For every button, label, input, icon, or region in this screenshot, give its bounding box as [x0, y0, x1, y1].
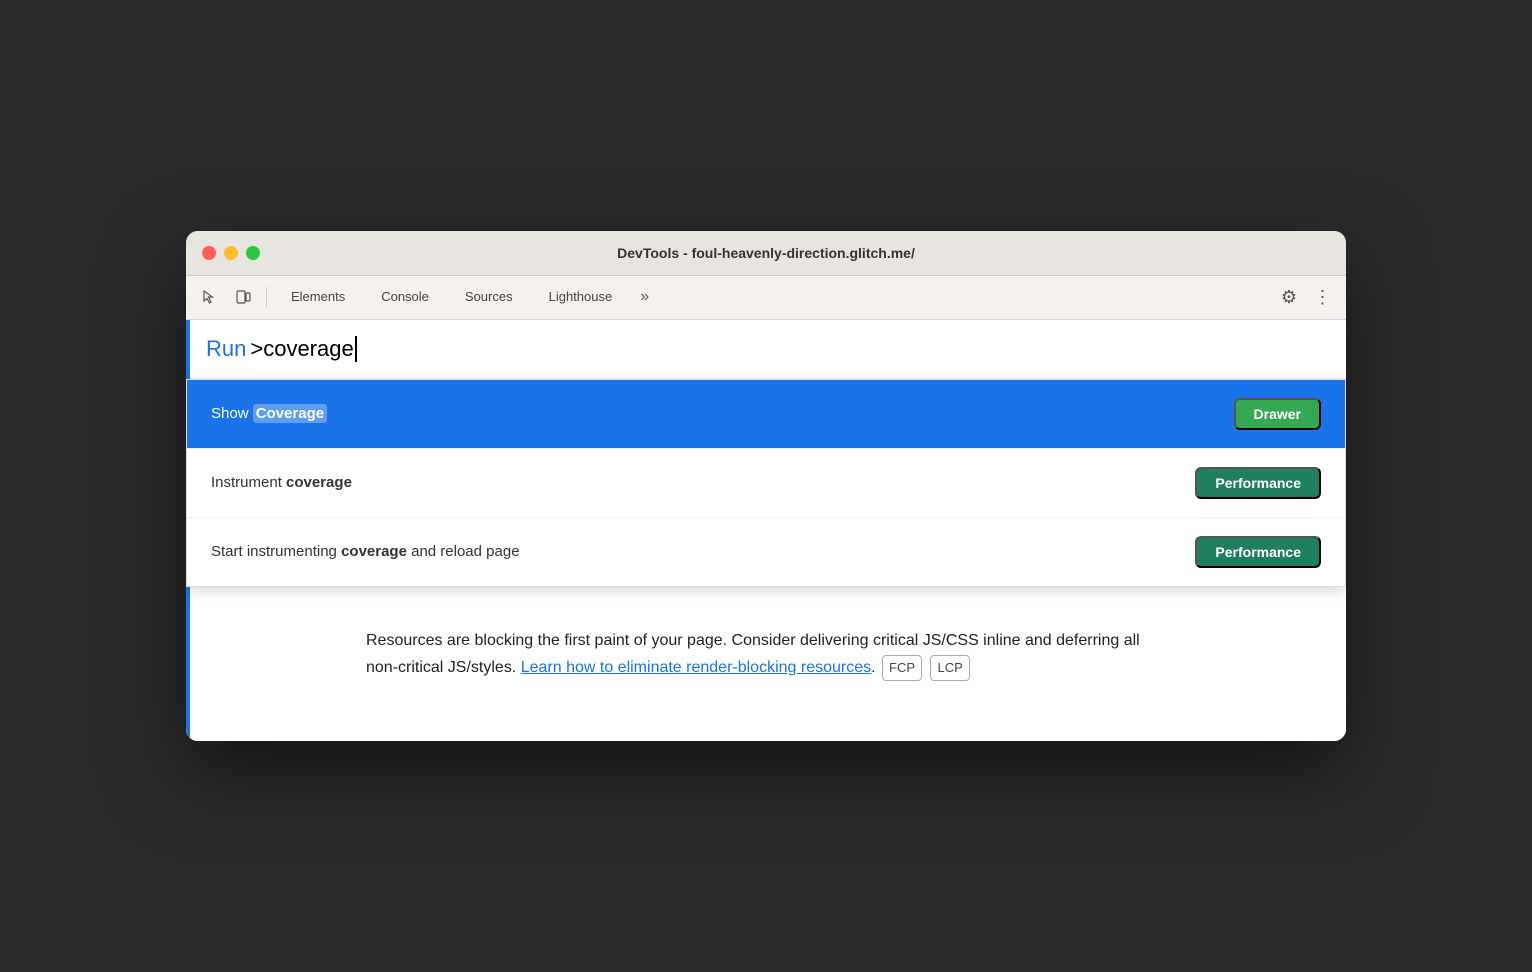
learn-more-link[interactable]: Learn how to eliminate render-blocking r…: [521, 659, 871, 676]
settings-icon: ⚙: [1281, 287, 1297, 308]
tab-elements[interactable]: Elements: [275, 275, 361, 319]
maximize-button[interactable]: [246, 246, 260, 260]
drawer-badge[interactable]: Drawer: [1234, 398, 1321, 430]
more-options-button[interactable]: ⋮: [1308, 282, 1338, 312]
tab-lighthouse[interactable]: Lighthouse: [533, 275, 629, 319]
content-paragraph: Resources are blocking the first paint o…: [366, 627, 1166, 681]
fcp-tag: FCP: [882, 655, 922, 681]
run-label: Run: [206, 336, 246, 362]
content-after-link: .: [871, 659, 880, 676]
dots-icon: ⋮: [1314, 287, 1333, 308]
minimize-button[interactable]: [224, 246, 238, 260]
suggestions-dropdown: Show Coverage Drawer Instrument coverage…: [186, 379, 1346, 587]
window-title: DevTools - foul-heavenly-direction.glitc…: [617, 245, 915, 261]
text-cursor: [355, 336, 357, 362]
device-toggle-button[interactable]: [228, 282, 258, 312]
suggestion-label-start-instrumenting: Start instrumenting coverage and reload …: [211, 543, 520, 560]
suggestion-instrument-coverage[interactable]: Instrument coverage Performance: [187, 448, 1345, 517]
command-input-line: Run >coverage: [206, 336, 1326, 362]
device-icon: [235, 289, 251, 305]
inspect-element-button[interactable]: [194, 282, 224, 312]
command-input-container: Run >coverage: [186, 320, 1346, 379]
settings-button[interactable]: ⚙: [1274, 282, 1304, 312]
traffic-lights: [202, 246, 260, 260]
devtools-window: DevTools - foul-heavenly-direction.glitc…: [186, 231, 1346, 741]
suggestion-show-coverage[interactable]: Show Coverage Drawer: [187, 380, 1345, 448]
lcp-tag: LCP: [930, 655, 969, 681]
performance-badge-2[interactable]: Performance: [1195, 536, 1321, 568]
title-bar: DevTools - foul-heavenly-direction.glitc…: [186, 231, 1346, 276]
tab-console[interactable]: Console: [365, 275, 445, 319]
toolbar: Elements Console Sources Lighthouse » ⚙ …: [186, 276, 1346, 320]
command-input-value[interactable]: >coverage: [250, 336, 353, 362]
more-tabs-button[interactable]: »: [632, 288, 657, 306]
suggestion-label-instrument-coverage: Instrument coverage: [211, 474, 352, 491]
content-area: Resources are blocking the first paint o…: [186, 587, 1346, 741]
suggestion-label-show-coverage: Show Coverage: [211, 405, 327, 422]
cursor-icon: [201, 289, 217, 305]
main-content: Run >coverage Show Coverage Drawer Instr…: [186, 320, 1346, 741]
tab-sources[interactable]: Sources: [449, 275, 529, 319]
suggestion-start-instrumenting[interactable]: Start instrumenting coverage and reload …: [187, 517, 1345, 586]
close-button[interactable]: [202, 246, 216, 260]
toolbar-separator-1: [266, 287, 267, 307]
performance-badge-1[interactable]: Performance: [1195, 467, 1321, 499]
